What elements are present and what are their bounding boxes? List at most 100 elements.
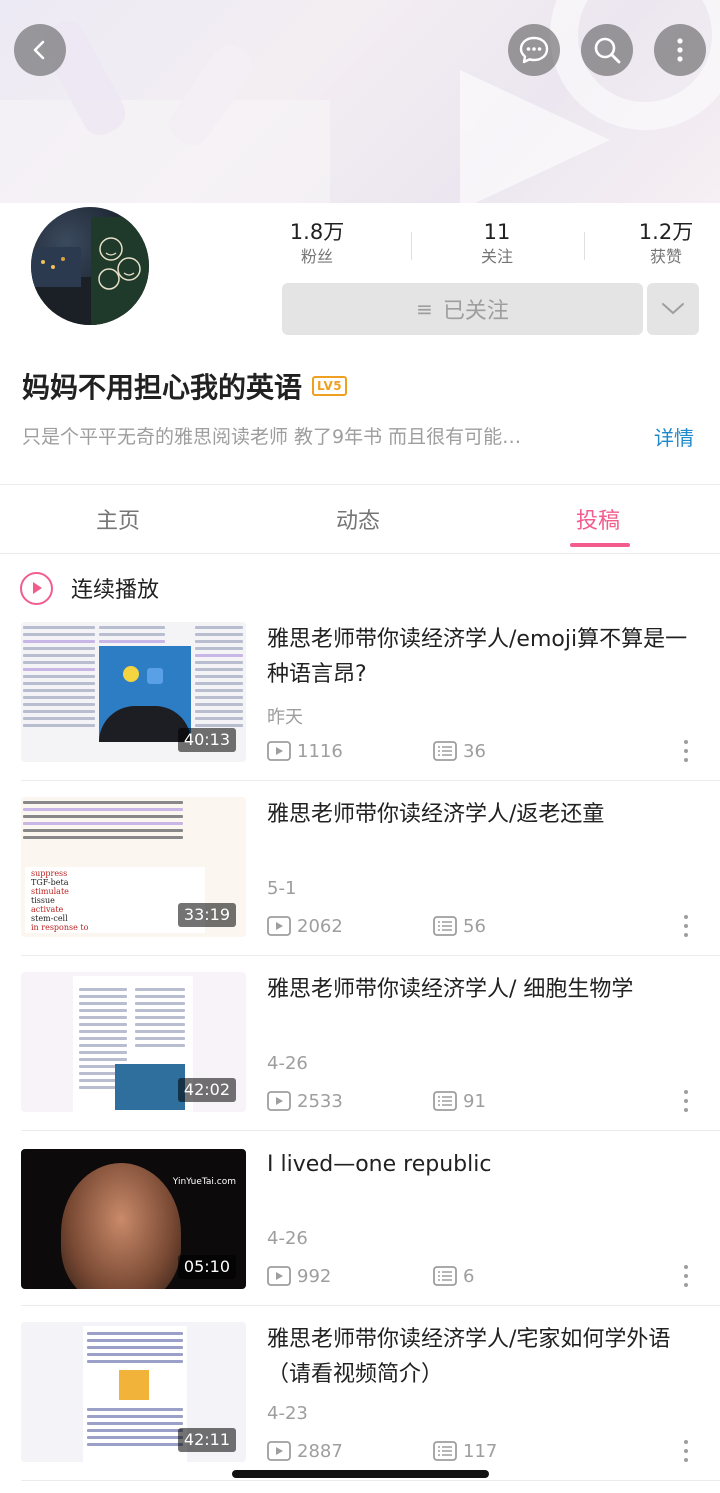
home-indicator[interactable] [232, 1470, 489, 1478]
search-icon [594, 37, 621, 64]
video-item[interactable]: 40:13 雅思老师带你读经济学人/emoji算不算是一种语言昂? 昨天 111… [0, 622, 720, 797]
video-date: 5-1 [267, 878, 297, 899]
video-date: 4-26 [267, 1053, 308, 1074]
comment-list-icon [433, 1266, 457, 1286]
play-count-value: 2887 [297, 1440, 343, 1462]
stats-bar: 1.8万 粉丝 11 关注 1.2万 获赞 [282, 218, 702, 268]
tab-indicator [570, 543, 630, 547]
play-count: 1116 [267, 741, 343, 762]
video-more-icon[interactable] [680, 1263, 692, 1289]
thumb-word: stimulate [31, 887, 69, 896]
thumb-illustration [119, 1370, 149, 1400]
comment-count-value: 6 [463, 1265, 475, 1287]
expand-button[interactable] [647, 283, 699, 335]
video-thumbnail[interactable]: suppress TGF-beta stimulate tissue activ… [21, 797, 246, 937]
more-vertical-icon [677, 38, 683, 62]
list-separator [21, 1480, 720, 1481]
tab-dynamics[interactable]: 动态 [336, 503, 380, 535]
video-title[interactable]: 雅思老师带你读经济学人/宅家如何学外语（请看视频简介） [267, 1322, 697, 1392]
video-date: 4-26 [267, 1228, 308, 1249]
comment-list-icon [433, 1091, 457, 1111]
user-name: 妈妈不用担心我的英语 [22, 371, 303, 404]
following-count: 11 [483, 220, 511, 244]
thumb-cell-image [115, 1064, 185, 1110]
fans-stat[interactable]: 1.8万 粉丝 [282, 218, 352, 268]
likes-label: 获赞 [649, 247, 682, 266]
thumb-page [83, 1326, 187, 1462]
fans-count: 1.8万 [289, 220, 345, 244]
video-more-icon[interactable] [680, 1088, 692, 1114]
more-button[interactable] [654, 24, 706, 76]
video-duration: 40:13 [177, 728, 236, 752]
comment-list-icon [433, 741, 457, 761]
video-thumbnail[interactable]: 40:13 [21, 622, 246, 762]
likes-stat[interactable]: 1.2万 获赞 [630, 218, 702, 268]
menu-lines-icon: ≡ [416, 297, 433, 321]
video-duration: 33:19 [177, 903, 236, 927]
video-meta: 2062 56 [267, 913, 486, 939]
video-title[interactable]: 雅思老师带你读经济学人/emoji算不算是一种语言昂? [267, 622, 697, 692]
play-count-value: 1116 [297, 740, 343, 762]
comment-count-value: 117 [463, 1440, 498, 1462]
video-thumbnail[interactable]: YinYueTai.com 05:10 [21, 1149, 246, 1289]
video-title[interactable]: 雅思老师带你读经济学人/返老还童 [267, 797, 697, 832]
video-meta: 2887 117 [267, 1438, 497, 1464]
play-count: 2062 [267, 916, 343, 937]
video-more-icon[interactable] [680, 1438, 692, 1464]
video-more-icon[interactable] [680, 913, 692, 939]
detail-link[interactable]: 详情 [654, 422, 694, 451]
thumb-word: activate [31, 905, 64, 914]
back-button[interactable] [14, 24, 66, 76]
video-duration: 42:11 [177, 1428, 236, 1452]
video-item[interactable]: 42:02 雅思老师带你读经济学人/ 细胞生物学 4-26 2533 91 [0, 972, 720, 1147]
bio-text: 只是个平平无奇的雅思阅读老师 教了9年书 而且很有可能… [22, 426, 522, 448]
play-count-icon [267, 741, 291, 761]
thumb-word: suppress [31, 869, 68, 878]
comment-count: 6 [433, 1266, 474, 1287]
video-title[interactable]: 雅思老师带你读经济学人/ 细胞生物学 [267, 972, 697, 1007]
play-count: 2887 [267, 1441, 343, 1462]
message-button[interactable] [508, 24, 560, 76]
play-count-value: 2533 [297, 1090, 343, 1112]
thumb-page [73, 976, 193, 1112]
thumb-illustration [99, 646, 191, 742]
comment-count: 56 [433, 916, 486, 937]
video-thumbnail[interactable]: 42:11 [21, 1322, 246, 1462]
likes-count: 1.2万 [638, 220, 694, 244]
video-more-icon[interactable] [680, 738, 692, 764]
play-count-icon [267, 1266, 291, 1286]
video-thumbnail[interactable]: 42:02 [21, 972, 246, 1112]
comment-count-value: 56 [463, 915, 486, 937]
autoplay-label: 连续播放 [71, 578, 160, 603]
search-button[interactable] [581, 24, 633, 76]
stat-divider [411, 232, 412, 260]
video-item[interactable]: 42:11 雅思老师带你读经济学人/宅家如何学外语（请看视频简介） 4-23 2… [0, 1322, 720, 1493]
thumb-face [61, 1163, 181, 1289]
play-count-icon [267, 1091, 291, 1111]
tab-home[interactable]: 主页 [96, 503, 140, 535]
comment-count: 91 [433, 1091, 486, 1112]
avatar[interactable] [31, 207, 149, 325]
list-separator [21, 1130, 720, 1131]
thumb-word: TGF-beta [31, 878, 69, 887]
play-count: 2533 [267, 1091, 343, 1112]
tab-divider [0, 553, 720, 554]
video-item[interactable]: suppress TGF-beta stimulate tissue activ… [0, 797, 720, 972]
video-duration: 05:10 [177, 1255, 236, 1279]
followed-label: 已关注 [442, 299, 509, 324]
comment-list-icon [433, 1441, 457, 1461]
autoplay-button[interactable]: 连续播放 [20, 570, 159, 606]
level-badge: LV5 [312, 376, 348, 396]
following-stat[interactable]: 11 关注 [462, 218, 532, 268]
comment-count-value: 36 [463, 740, 486, 762]
video-item[interactable]: YinYueTai.com 05:10 I lived—one republic… [0, 1149, 720, 1324]
thumb-word: in response to [31, 923, 89, 932]
thumb-word: tissue [31, 896, 55, 905]
following-label: 关注 [480, 247, 513, 266]
play-count-value: 2062 [297, 915, 343, 937]
video-title[interactable]: I lived—one republic [267, 1147, 697, 1182]
play-circle-icon [20, 571, 53, 605]
name-row: 妈妈不用担心我的英语 LV5 [22, 366, 348, 406]
followed-button[interactable]: ≡ 已关注 [282, 283, 643, 335]
tab-uploads[interactable]: 投稿 [576, 503, 620, 535]
